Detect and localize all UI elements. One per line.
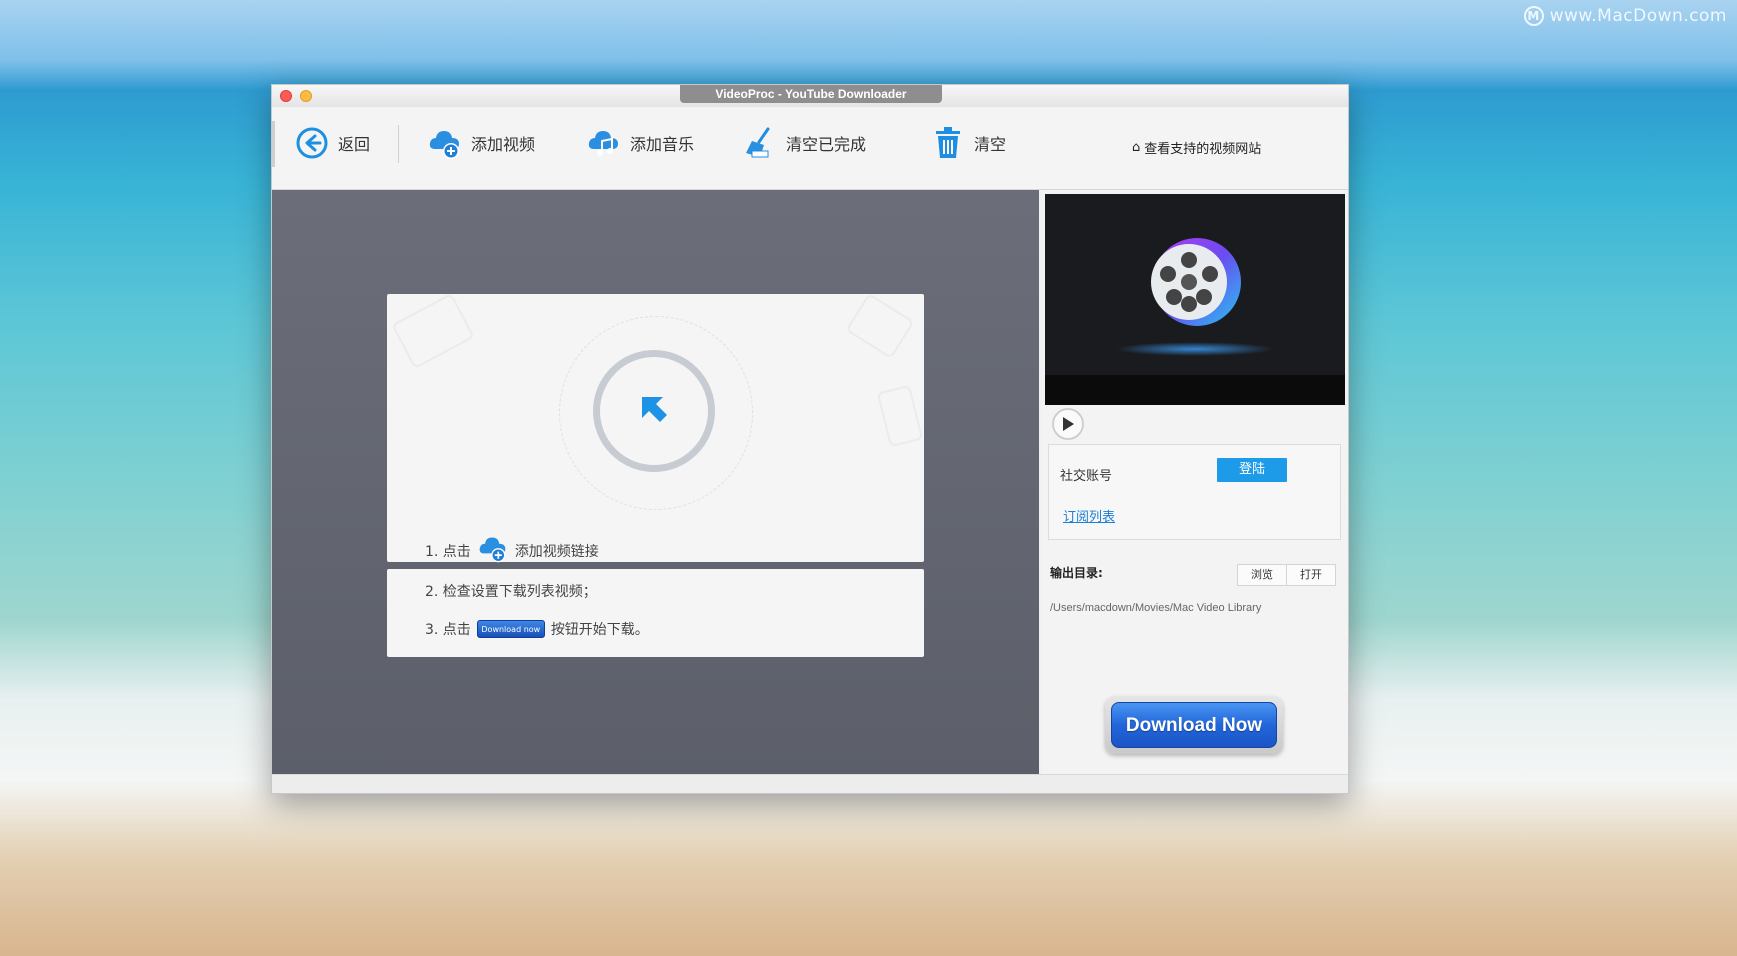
clear-all-label: 清空 (974, 135, 1007, 154)
social-account-box: 社交账号 登陆 订阅列表 (1048, 444, 1341, 540)
window-title: VideoProc - YouTube Downloader (680, 85, 942, 103)
guide-card: 1. 点击 添加视频链接 (387, 292, 924, 563)
clear-completed-label: 清空已完成 (786, 135, 867, 154)
settings-panel: 社交账号 登陆 订阅列表 输出目录: 浏览 打开 /Users/macdown/… (1042, 190, 1348, 774)
minimize-window-button[interactable] (300, 90, 312, 102)
back-label: 返回 (338, 135, 371, 154)
toolbar-edge (272, 121, 275, 167)
trash-icon (930, 125, 966, 161)
add-video-label: 添加视频 (471, 135, 536, 154)
decor-shape (845, 293, 915, 359)
output-path: /Users/macdown/Movies/Mac Video Library (1050, 602, 1262, 614)
step1-prefix: 1. 点击 (425, 544, 471, 560)
step2-text: 2. 检查设置下载列表视频； (425, 584, 597, 600)
add-video-cloud-icon (427, 125, 463, 161)
output-directory-buttons: 浏览 打开 (1237, 564, 1336, 586)
guide-step-3: 3. 点击 Download now 按钮开始下载。 (425, 619, 649, 639)
decor-shape (391, 292, 475, 370)
add-music-label: 添加音乐 (630, 135, 695, 154)
add-music-button[interactable]: 添加音乐 (586, 121, 694, 165)
play-button[interactable] (1052, 408, 1084, 440)
download-now-frame: Download Now (1105, 696, 1283, 754)
supported-sites-label: 查看支持的视频网站 (1144, 142, 1262, 157)
guide-card-steps: 2. 检查设置下载列表视频； 3. 点击 Download now 按钮开始下载… (387, 569, 924, 657)
download-list-panel: 1. 点击 添加视频链接 2. 检查设置下载列表视频； 3. 点击 Downlo… (272, 190, 1039, 774)
step3-prefix: 3. 点击 (425, 622, 471, 638)
close-window-button[interactable] (280, 90, 292, 102)
step1-suffix: 添加视频链接 (514, 544, 599, 560)
decor-shape (876, 384, 924, 448)
guide-step-1: 1. 点击 添加视频链接 (425, 534, 599, 568)
toolbar-separator (398, 125, 399, 163)
app-window: VideoProc - YouTube Downloader 返回 添加视频 添… (271, 84, 1349, 794)
guide-step-2: 2. 检查设置下载列表视频； (425, 581, 597, 601)
add-video-mini-icon (477, 534, 509, 568)
clear-completed-button[interactable]: 清空已完成 (742, 121, 866, 165)
add-music-cloud-icon (586, 125, 622, 161)
add-link-target[interactable] (593, 350, 715, 472)
video-preview (1045, 194, 1345, 405)
play-icon (1063, 417, 1074, 431)
open-folder-button[interactable]: 打开 (1286, 565, 1335, 585)
login-button[interactable]: 登陆 (1217, 458, 1287, 482)
back-button[interactable]: 返回 (294, 121, 370, 165)
preview-floor (1045, 375, 1345, 405)
watermark: M www.MacDown.com (1523, 6, 1727, 26)
clear-all-button[interactable]: 清空 (930, 121, 1006, 165)
social-account-label: 社交账号 (1060, 469, 1113, 484)
videoproc-reel-logo-icon (1145, 234, 1245, 334)
browse-button[interactable]: 浏览 (1238, 565, 1286, 585)
home-icon: ⌂ (1132, 140, 1141, 155)
macdown-logo-icon: M (1523, 6, 1544, 26)
title-bar: VideoProc - YouTube Downloader (272, 85, 1348, 107)
toolbar: 返回 添加视频 添加音乐 清空已完成 清空 ⌂ 查看支持的视频网站 (272, 107, 1348, 190)
step3-suffix: 按钮开始下载。 (550, 622, 649, 638)
output-directory-label: 输出目录: (1050, 566, 1103, 580)
arrow-up-left-icon (637, 392, 671, 430)
download-now-button[interactable]: Download Now (1111, 702, 1277, 748)
supported-sites-link[interactable]: ⌂ 查看支持的视频网站 (1132, 138, 1261, 157)
status-bar (272, 774, 1348, 793)
mini-download-now-button: Download now (476, 620, 545, 638)
preview-glow (1115, 342, 1275, 356)
add-video-button[interactable]: 添加视频 (427, 121, 535, 165)
broom-icon (742, 125, 778, 161)
watermark-text: www.MacDown.com (1549, 6, 1727, 26)
subscription-list-link[interactable]: 订阅列表 (1063, 506, 1115, 525)
back-arrow-icon (294, 125, 330, 161)
